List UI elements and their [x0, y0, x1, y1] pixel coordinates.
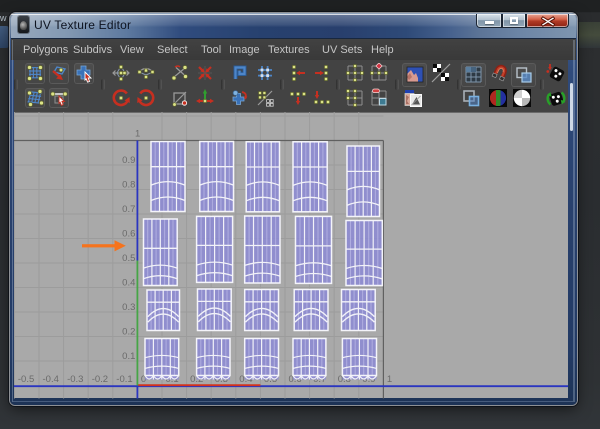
svg-text:-0.3: -0.3 — [67, 374, 83, 385]
svg-text:0.2: 0.2 — [122, 326, 135, 337]
svg-text:0.4: 0.4 — [122, 277, 135, 288]
svg-text:0.7: 0.7 — [122, 204, 135, 215]
svg-text:0.5: 0.5 — [122, 253, 135, 264]
svg-text:0.8: 0.8 — [122, 179, 135, 190]
svg-text:-0.4: -0.4 — [43, 374, 59, 385]
svg-text:-0.1: -0.1 — [116, 374, 132, 385]
svg-text:0.3: 0.3 — [122, 302, 135, 313]
svg-text:-0.5: -0.5 — [18, 374, 34, 385]
svg-text:0.9: 0.9 — [122, 155, 135, 166]
svg-text:1: 1 — [387, 374, 392, 385]
svg-text:-0.2: -0.2 — [92, 374, 108, 385]
svg-text:1: 1 — [135, 128, 140, 139]
svg-text:0.1: 0.1 — [122, 351, 135, 362]
svg-text:0.6: 0.6 — [122, 228, 135, 239]
